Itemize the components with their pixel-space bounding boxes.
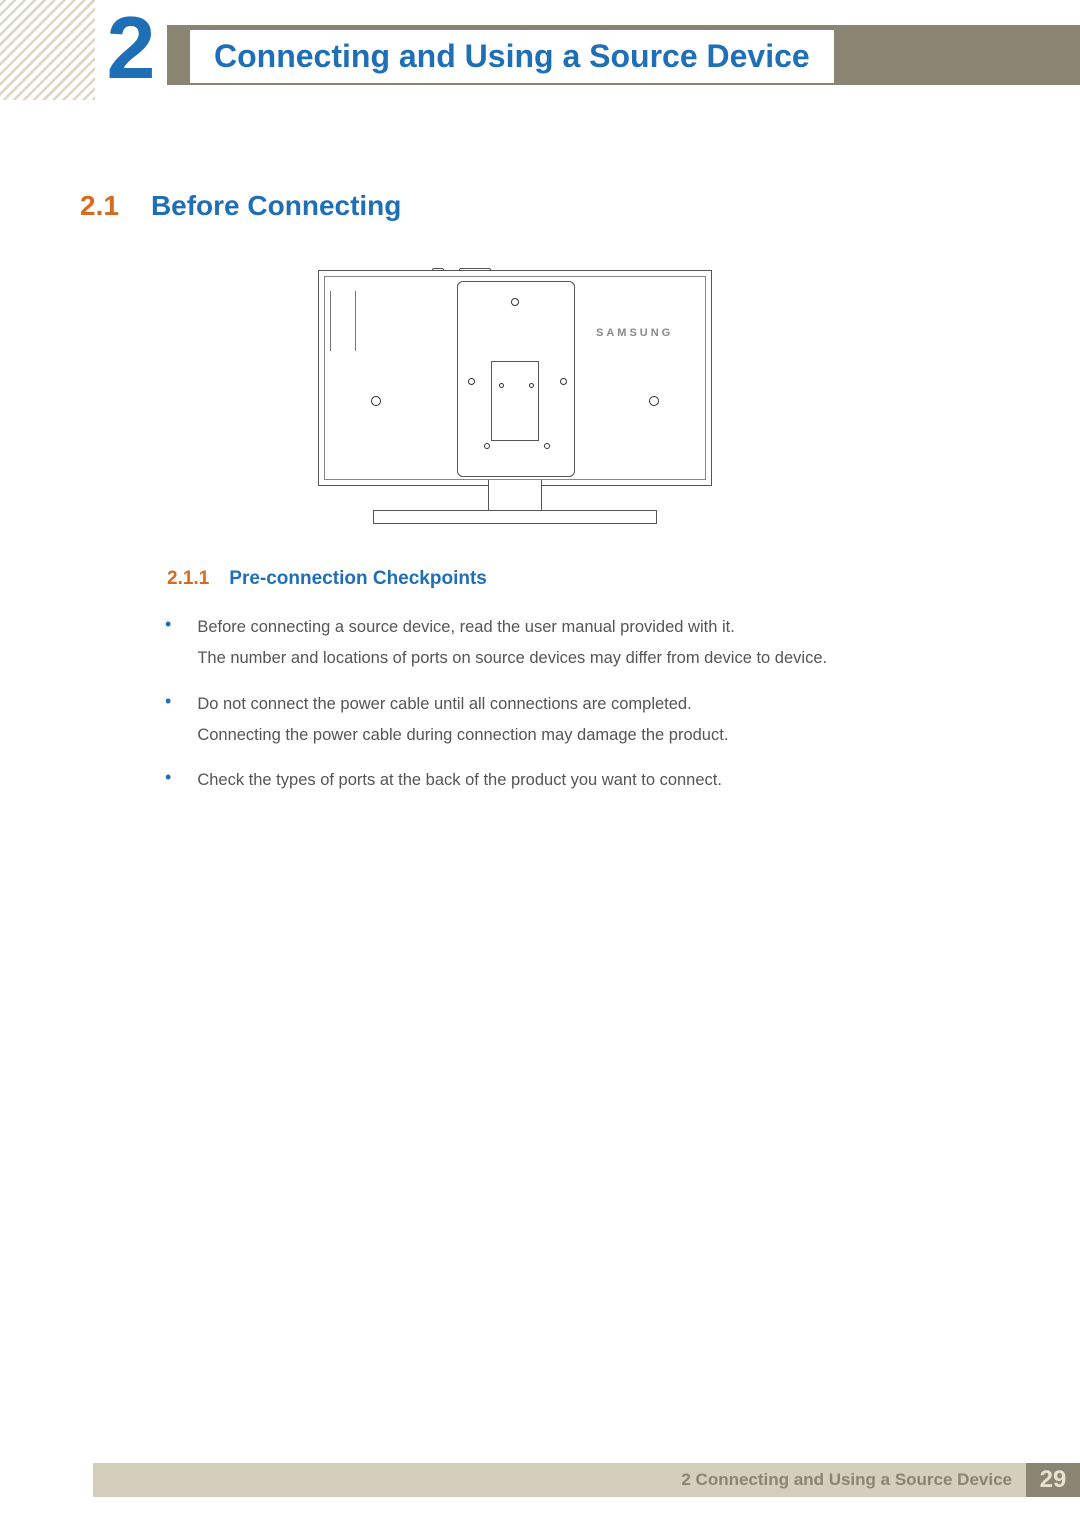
- screw-icon: [544, 443, 550, 449]
- page-number: 29: [1026, 1463, 1080, 1497]
- list-item-text: Check the types of ports at the back of …: [197, 765, 1000, 796]
- monitor-back-panel: SAMSUNG: [318, 270, 712, 486]
- screw-icon: [560, 378, 567, 385]
- brand-label: SAMSUNG: [596, 327, 673, 339]
- stand-base: [373, 510, 657, 524]
- bullet-icon: •: [165, 687, 171, 750]
- vesa-hole-icon: [511, 298, 519, 306]
- chapter-badge: 2: [95, 0, 167, 95]
- bullet-icon: •: [165, 763, 171, 794]
- chapter-number: 2: [107, 4, 156, 92]
- screw-icon: [484, 443, 490, 449]
- screw-icon: [529, 383, 534, 388]
- chapter-title: Connecting and Using a Source Device: [190, 30, 834, 83]
- section-title: Before Connecting: [151, 190, 401, 222]
- footer-text: 2 Connecting and Using a Source Device: [681, 1470, 1012, 1490]
- mounting-hole-icon: [649, 396, 659, 406]
- subsection-title: Pre-connection Checkpoints: [229, 568, 487, 590]
- section-heading: 2.1 Before Connecting: [80, 190, 401, 222]
- list-item-text: Connecting the power cable during connec…: [197, 720, 1000, 751]
- mounting-hole-icon: [371, 396, 381, 406]
- bullet-icon: •: [165, 610, 171, 673]
- checkpoint-list: • Before connecting a source device, rea…: [165, 612, 1000, 811]
- screw-icon: [499, 383, 504, 388]
- stand-neck: [488, 480, 542, 514]
- footer-bar: 2 Connecting and Using a Source Device 2…: [93, 1463, 1080, 1497]
- subsection-heading: 2.1.1 Pre-connection Checkpoints: [167, 568, 487, 590]
- list-item-text: Do not connect the power cable until all…: [197, 689, 1000, 720]
- stand-column: [491, 361, 539, 441]
- section-number: 2.1: [80, 190, 119, 222]
- monitor-illustration: SAMSUNG: [318, 270, 712, 538]
- list-item: • Before connecting a source device, rea…: [165, 612, 1000, 675]
- screw-icon: [468, 378, 475, 385]
- hatching-decoration: [0, 0, 95, 100]
- list-item: • Check the types of ports at the back o…: [165, 765, 1000, 796]
- list-item-text: Before connecting a source device, read …: [197, 612, 1000, 643]
- list-item-text: The number and locations of ports on sou…: [197, 643, 1000, 674]
- subsection-number: 2.1.1: [167, 568, 209, 590]
- list-item: • Do not connect the power cable until a…: [165, 689, 1000, 752]
